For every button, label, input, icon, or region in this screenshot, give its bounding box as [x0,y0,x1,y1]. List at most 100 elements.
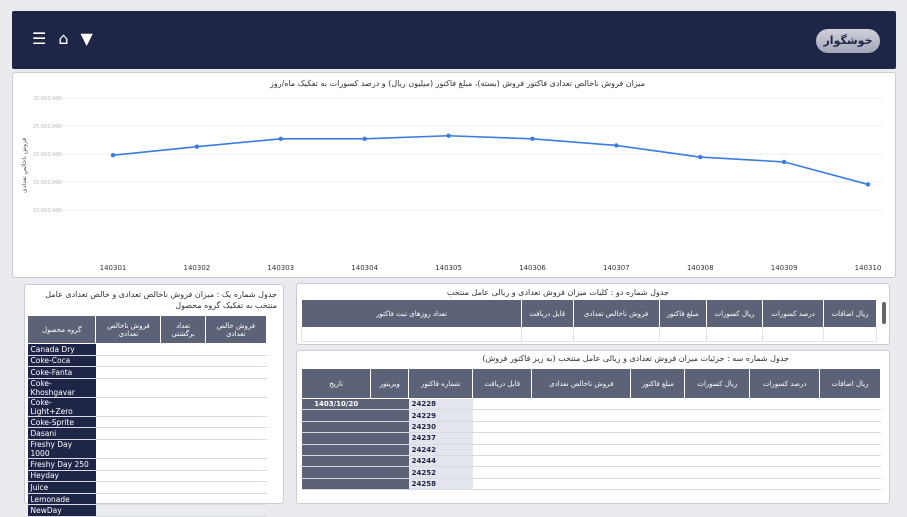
table2-header: مبلغ فاکتور [658,299,707,328]
table3-row[interactable]: 24244 [301,455,881,468]
table1-header: گروه محصول [26,315,97,344]
product-group-cell: Coke-Light+Zero [27,397,96,417]
date-cell [301,455,371,468]
table3-value-cell [684,432,750,445]
table1: گروه محصول فروش ناخالص تعدادی تعداد برگشتی… [26,315,268,517]
table2-scrollbar[interactable] [882,302,886,324]
table3-value-cell [630,455,685,468]
table3-value-cell [819,409,881,422]
table1-row[interactable]: Coke-Khoshgavar [27,378,267,398]
table3-value-cell [684,478,750,491]
table1-row[interactable]: Lemonade [27,493,267,506]
x-tick-label: 140305 [435,264,462,272]
data-point [278,136,283,141]
table1-value-cell [205,397,267,417]
table3-value-cell [531,409,631,422]
table1-title: جدول شماره یک : میزان فروش ناخالص تعدادی… [45,290,277,310]
table3-value-cell [749,432,820,445]
visitor-cell [370,421,409,434]
table1-value-cell [205,343,267,356]
table1-row[interactable]: Canada Dry [27,343,267,356]
table3-header: شماره فاکتور [408,368,474,399]
table3-value-cell [630,466,685,479]
x-tick-label: 140308 [687,264,714,272]
table3-value-cell [630,478,685,491]
table1-value-cell [95,470,161,483]
table3-value-cell [684,455,750,468]
table1-row[interactable]: Freshy Day 250 [27,458,267,471]
table3-row[interactable]: 24258 [301,478,881,491]
product-group-cell: Freshy Day 1000 [27,439,96,459]
table3-value-cell [472,398,532,411]
table3-value-cell [749,478,820,491]
table1-row[interactable]: Coke-Coca [27,355,267,368]
visitor-cell [370,455,409,468]
table3-value-cell [472,421,532,434]
table3-value-cell [472,444,532,456]
table3-value-cell [472,455,532,468]
table1-row[interactable]: Dasani [27,427,267,440]
table2-value-cell [823,327,877,342]
table1-row[interactable]: Freshy Day 1000 [27,439,267,459]
table1-value-cell [205,416,267,429]
table2-header: ریال اضافات [823,299,877,328]
table1-value-cell [160,470,206,483]
invoice-number-cell: 24242 [408,444,473,456]
brand-logo: خوشگوار [816,29,880,53]
table3-value-cell [684,421,750,434]
table3-header: درصد کسورات [749,368,821,399]
date-cell [301,444,371,456]
table1-header: فروش ناخالص تعدادی [95,315,162,344]
chart-panel: میزان فروش ناخالص تعدادی فاکتور فروش (بس… [12,72,896,278]
table3-value-cell [472,466,532,479]
table3-row[interactable]: 24242 [301,444,881,456]
table3-value-cell [531,421,631,434]
table3-value-cell [819,455,881,468]
date-cell [301,421,371,434]
table1-row[interactable]: Coke-Sprite [27,416,267,429]
invoice-number-cell: 24244 [408,455,473,468]
table3-value-cell [819,444,881,456]
table3-row[interactable]: 24229 [301,409,881,422]
table1-value-cell [95,416,161,429]
table1-value-cell [205,504,267,517]
table1-value-cell [205,481,267,494]
line-chart: 30,000,000 25,000,000 20,000,000 15,000,000… [33,96,883,272]
table1-row[interactable]: Juice [27,481,267,494]
table3-value-cell [819,432,881,445]
x-tick-label: 140306 [519,264,546,272]
table3-row[interactable]: 24252 [301,466,881,479]
table1-value-cell [160,378,206,398]
table3-value-cell [819,398,881,411]
table1-value-cell [95,343,161,356]
y-tick-label: 10,000,000 [33,208,62,214]
table3-value-cell [531,398,631,411]
table3-value-cell [684,409,750,422]
y-tick-label: 15,000,000 [33,180,62,186]
table1-value-cell [205,366,267,379]
table3-value-cell [684,466,750,479]
table1-value-cell [160,366,206,379]
series-line [112,134,869,186]
table1-row[interactable]: NewDay [27,504,267,517]
table3-row[interactable]: 24230 [301,421,881,434]
table1-row[interactable]: Coke-Light+Zero [27,397,267,417]
product-group-cell: Coke-Coca [27,355,96,368]
invoice-number-cell: 24237 [408,432,473,445]
table3-value-cell [749,421,820,434]
table1-row[interactable]: Heyday [27,470,267,483]
table1-value-cell [95,481,161,494]
table3-row[interactable]: 24237 [301,432,881,445]
table2-value-cell [762,327,825,342]
table1-value-cell [95,427,161,440]
x-tick-label: 140310 [855,264,882,272]
table3-header: فروش ناخالص تعدادی [531,368,632,399]
date-cell [301,466,371,479]
home-icon[interactable]: ⌂ [58,31,68,47]
table3-value-cell [749,409,820,422]
table3-row[interactable]: 1403/10/20 24228 [301,398,881,411]
table1-row[interactable]: Coke-Fanta [27,366,267,379]
visitor-cell [370,432,409,445]
hamburger-menu-icon[interactable]: ☰ [32,31,46,47]
filter-icon[interactable]: ▼ [81,31,93,47]
